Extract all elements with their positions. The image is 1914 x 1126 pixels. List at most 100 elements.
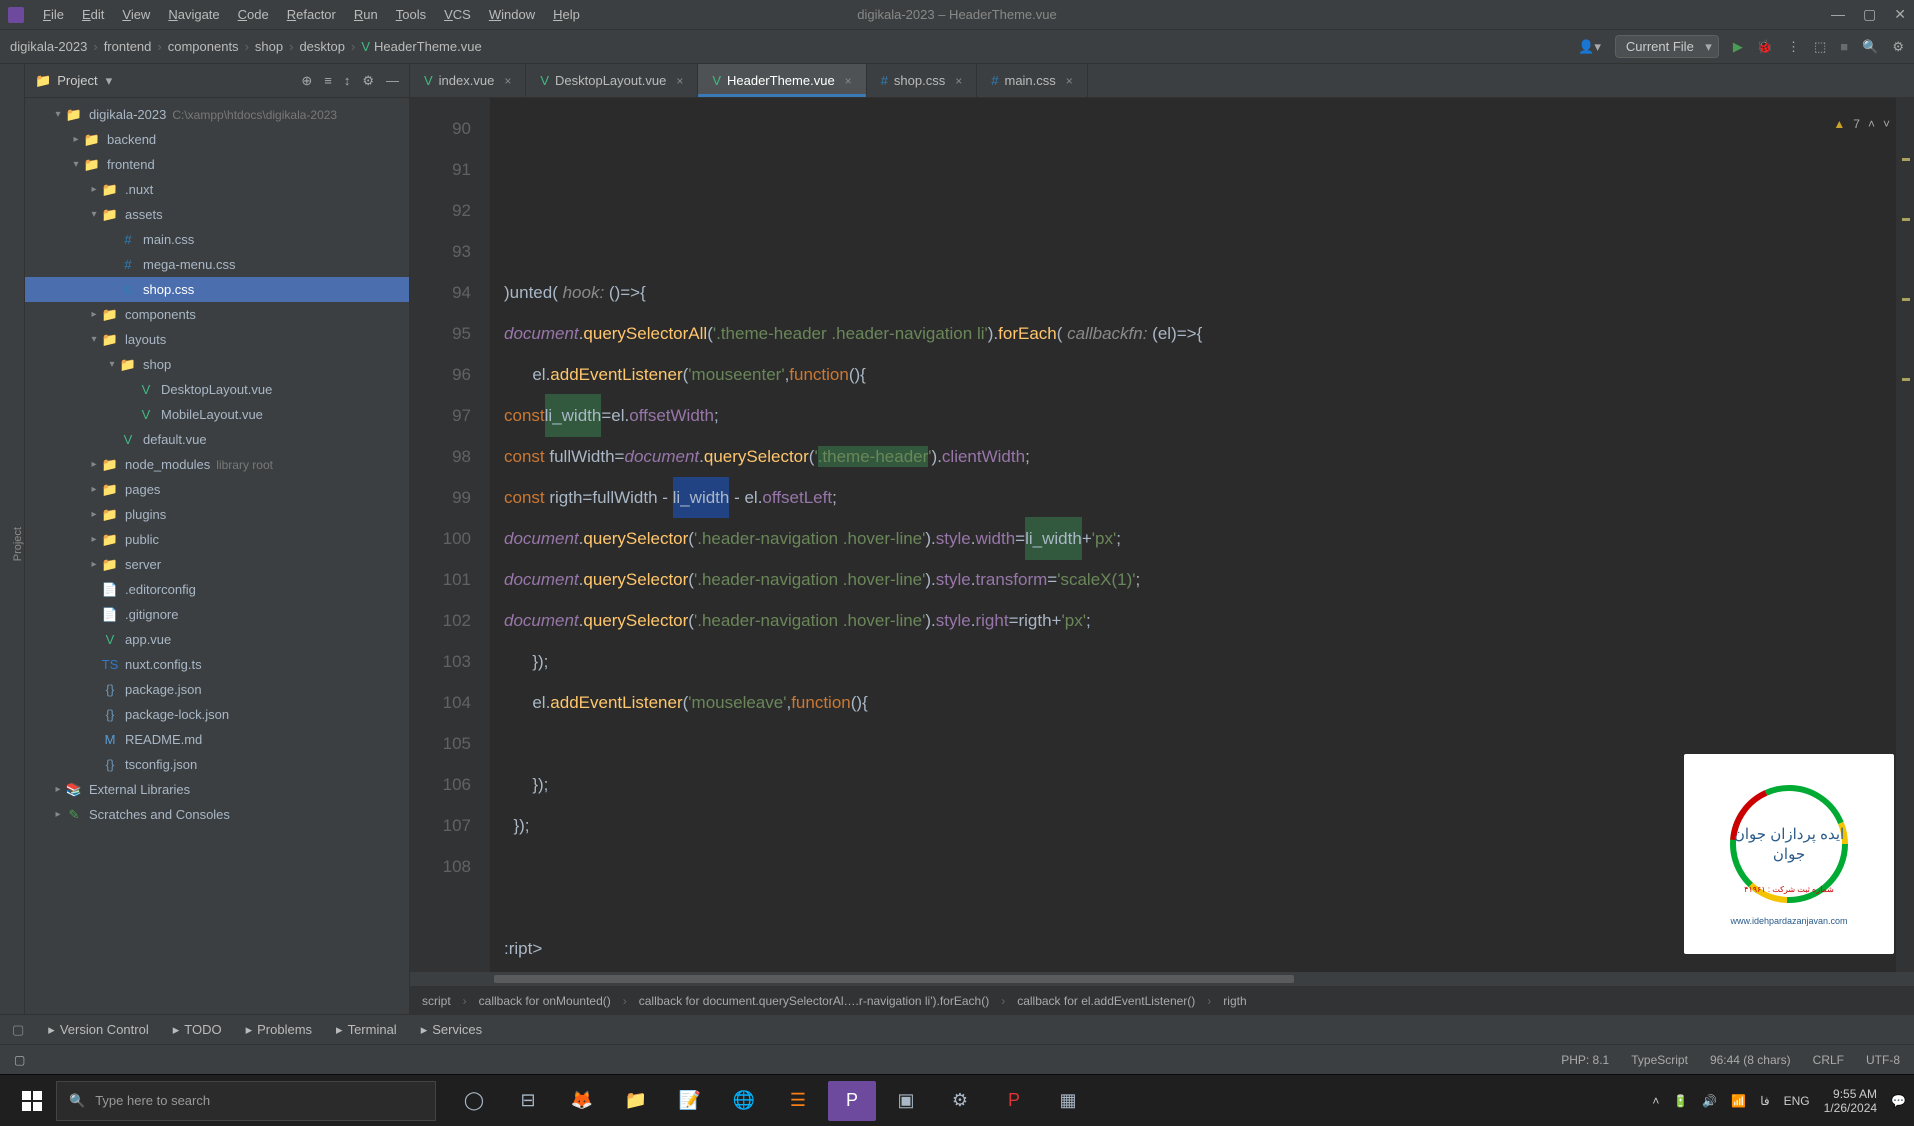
tree-item-package-lock-json[interactable]: {}package-lock.json xyxy=(25,702,409,727)
more-run-icon[interactable]: ⋮ xyxy=(1787,39,1800,55)
tab-close-icon[interactable]: × xyxy=(504,74,511,88)
tray-lang2[interactable]: ENG xyxy=(1784,1094,1810,1108)
notepad-icon[interactable]: 📝 xyxy=(666,1081,714,1121)
tree-item-pages[interactable]: ▸📁pages xyxy=(25,477,409,502)
tree-item-DesktopLayout-vue[interactable]: VDesktopLayout.vue xyxy=(25,377,409,402)
toolwindow-terminal[interactable]: ▸Terminal xyxy=(336,1022,397,1038)
firefox-icon[interactable]: 🦊 xyxy=(558,1081,606,1121)
minimize-icon[interactable]: — xyxy=(1831,6,1845,23)
code-line[interactable]: el.addEventListener('mouseenter',functio… xyxy=(504,354,1896,395)
close-icon[interactable]: ✕ xyxy=(1894,6,1906,23)
menu-help[interactable]: Help xyxy=(546,4,587,25)
code-line[interactable]: document.querySelector('.header-navigati… xyxy=(504,559,1896,600)
settings-icon[interactable]: ⚙ xyxy=(362,73,374,89)
tree-item--nuxt[interactable]: ▸📁.nuxt xyxy=(25,177,409,202)
code-line[interactable]: document.querySelector('.header-navigati… xyxy=(504,518,1896,559)
chevron-down-icon[interactable]: ˅ xyxy=(1883,104,1890,145)
status-encoding[interactable]: UTF-8 xyxy=(1866,1053,1900,1067)
phpstorm-icon[interactable]: P xyxy=(828,1081,876,1121)
code-line[interactable] xyxy=(504,969,1896,972)
toolwindow-services[interactable]: ▸Services xyxy=(421,1022,482,1038)
stop-icon[interactable]: ■ xyxy=(1840,39,1848,54)
code-line[interactable]: const rigth=fullWidth - li_width - el.of… xyxy=(504,477,1896,518)
tree-item-layouts[interactable]: ▾📁layouts xyxy=(25,327,409,352)
tree-item-External Libraries[interactable]: ▸📚External Libraries xyxy=(25,777,409,802)
tree-item-MobileLayout-vue[interactable]: VMobileLayout.vue xyxy=(25,402,409,427)
toolwindow-problems[interactable]: ▸Problems xyxy=(246,1022,312,1038)
tree-item-README-md[interactable]: MREADME.md xyxy=(25,727,409,752)
menu-vcs[interactable]: VCS xyxy=(437,4,478,25)
taskview-icon[interactable]: ◯ xyxy=(450,1081,498,1121)
hide-icon[interactable]: — xyxy=(386,73,399,89)
locate-icon[interactable]: ⊕ xyxy=(301,73,312,89)
code-line[interactable]: document.querySelector('.header-navigati… xyxy=(504,600,1896,641)
tray-lang[interactable]: فا xyxy=(1760,1094,1769,1108)
tree-item-tsconfig-json[interactable]: {}tsconfig.json xyxy=(25,752,409,777)
toolwindow-todo[interactable]: ▸TODO xyxy=(173,1022,222,1038)
breadcrumb-item[interactable]: desktop xyxy=(299,39,345,54)
code-crumb-item[interactable]: script xyxy=(422,994,451,1008)
code-line[interactable]: const li_width=el.offsetWidth; xyxy=(504,395,1896,436)
tray-clock[interactable]: 9:55 AM 1/26/2024 xyxy=(1824,1087,1877,1115)
tray-notifications-icon[interactable]: 💬 xyxy=(1891,1094,1906,1108)
tree-item--editorconfig[interactable]: 📄.editorconfig xyxy=(25,577,409,602)
app-icon[interactable]: ⚙ xyxy=(936,1081,984,1121)
breadcrumb-item[interactable]: frontend xyxy=(104,39,152,54)
collapse-icon[interactable]: ↕ xyxy=(344,73,351,89)
xampp-icon[interactable]: ☰ xyxy=(774,1081,822,1121)
toolwindow-project[interactable]: Project xyxy=(12,527,24,561)
menu-tools[interactable]: Tools xyxy=(389,4,433,25)
tab-index-vue[interactable]: Vindex.vue× xyxy=(410,64,526,97)
app3-icon[interactable]: ▦ xyxy=(1044,1081,1092,1121)
inspection-widget[interactable]: ▲ 7 ˄ ˅ xyxy=(1833,104,1890,145)
tree-item-mega-menu-css[interactable]: #mega-menu.css xyxy=(25,252,409,277)
notifications-icon[interactable]: ▢ xyxy=(12,1022,24,1038)
user-icon[interactable]: 👤▾ xyxy=(1578,39,1601,55)
code-crumb-item[interactable]: callback for document.querySelectorAl….r… xyxy=(639,994,989,1008)
code-line[interactable]: const fullWidth=document.querySelector('… xyxy=(504,436,1896,477)
code-crumb-item[interactable]: rigth xyxy=(1223,994,1246,1008)
tab-close-icon[interactable]: × xyxy=(1066,74,1073,88)
tray-battery-icon[interactable]: 🔋 xyxy=(1673,1094,1688,1108)
breadcrumb-item[interactable]: VHeaderTheme.vue xyxy=(361,39,481,54)
menu-navigate[interactable]: Navigate xyxy=(161,4,226,25)
status-line-ending[interactable]: CRLF xyxy=(1813,1053,1844,1067)
tree-item-Scratches and Consoles[interactable]: ▸✎Scratches and Consoles xyxy=(25,802,409,827)
tree-item-nuxt-config-ts[interactable]: TSnuxt.config.ts xyxy=(25,652,409,677)
status-icon[interactable]: ▢ xyxy=(14,1053,25,1067)
breadcrumb-item[interactable]: shop xyxy=(255,39,283,54)
tab-shop-css[interactable]: #shop.css× xyxy=(867,64,978,97)
code-line[interactable]: )unted( hook: ()=>{ xyxy=(504,272,1896,313)
error-stripe[interactable] xyxy=(1896,98,1914,972)
status-lang[interactable]: TypeScript xyxy=(1631,1053,1688,1067)
breadcrumb-item[interactable]: components xyxy=(168,39,239,54)
attach-icon[interactable]: ⬚ xyxy=(1814,39,1826,55)
terminal-icon[interactable]: ▣ xyxy=(882,1081,930,1121)
menu-window[interactable]: Window xyxy=(482,4,542,25)
cortana-icon[interactable]: ⊟ xyxy=(504,1081,552,1121)
code-crumb-item[interactable]: callback for onMounted() xyxy=(479,994,611,1008)
horizontal-scrollbar[interactable] xyxy=(410,972,1914,986)
code-line[interactable]: document.querySelectorAll('.theme-header… xyxy=(504,313,1896,354)
tree-item-shop-css[interactable]: #shop.css xyxy=(25,277,409,302)
expand-icon[interactable]: ≡ xyxy=(324,73,332,89)
run-config-dropdown[interactable]: Current File xyxy=(1615,35,1719,58)
tree-item-server[interactable]: ▸📁server xyxy=(25,552,409,577)
tab-DesktopLayout-vue[interactable]: VDesktopLayout.vue× xyxy=(526,64,698,97)
run-icon[interactable]: ▶ xyxy=(1733,39,1743,55)
tree-item-main-css[interactable]: #main.css xyxy=(25,227,409,252)
status-php[interactable]: PHP: 8.1 xyxy=(1561,1053,1609,1067)
code-line[interactable] xyxy=(504,231,1896,272)
gear-icon[interactable]: ⚙ xyxy=(1892,39,1904,55)
code-crumb-item[interactable]: callback for el.addEventListener() xyxy=(1017,994,1195,1008)
chevron-up-icon[interactable]: ˄ xyxy=(1868,104,1875,145)
tree-item-shop[interactable]: ▾📁shop xyxy=(25,352,409,377)
tray-wifi-icon[interactable]: 📶 xyxy=(1731,1094,1746,1108)
menu-file[interactable]: File xyxy=(36,4,71,25)
tab-main-css[interactable]: #main.css× xyxy=(977,64,1088,97)
tab-close-icon[interactable]: × xyxy=(676,74,683,88)
tree-item-plugins[interactable]: ▸📁plugins xyxy=(25,502,409,527)
tree-item-frontend[interactable]: ▾📁frontend xyxy=(25,152,409,177)
tree-item-components[interactable]: ▸📁components xyxy=(25,302,409,327)
tree-item-default-vue[interactable]: Vdefault.vue xyxy=(25,427,409,452)
